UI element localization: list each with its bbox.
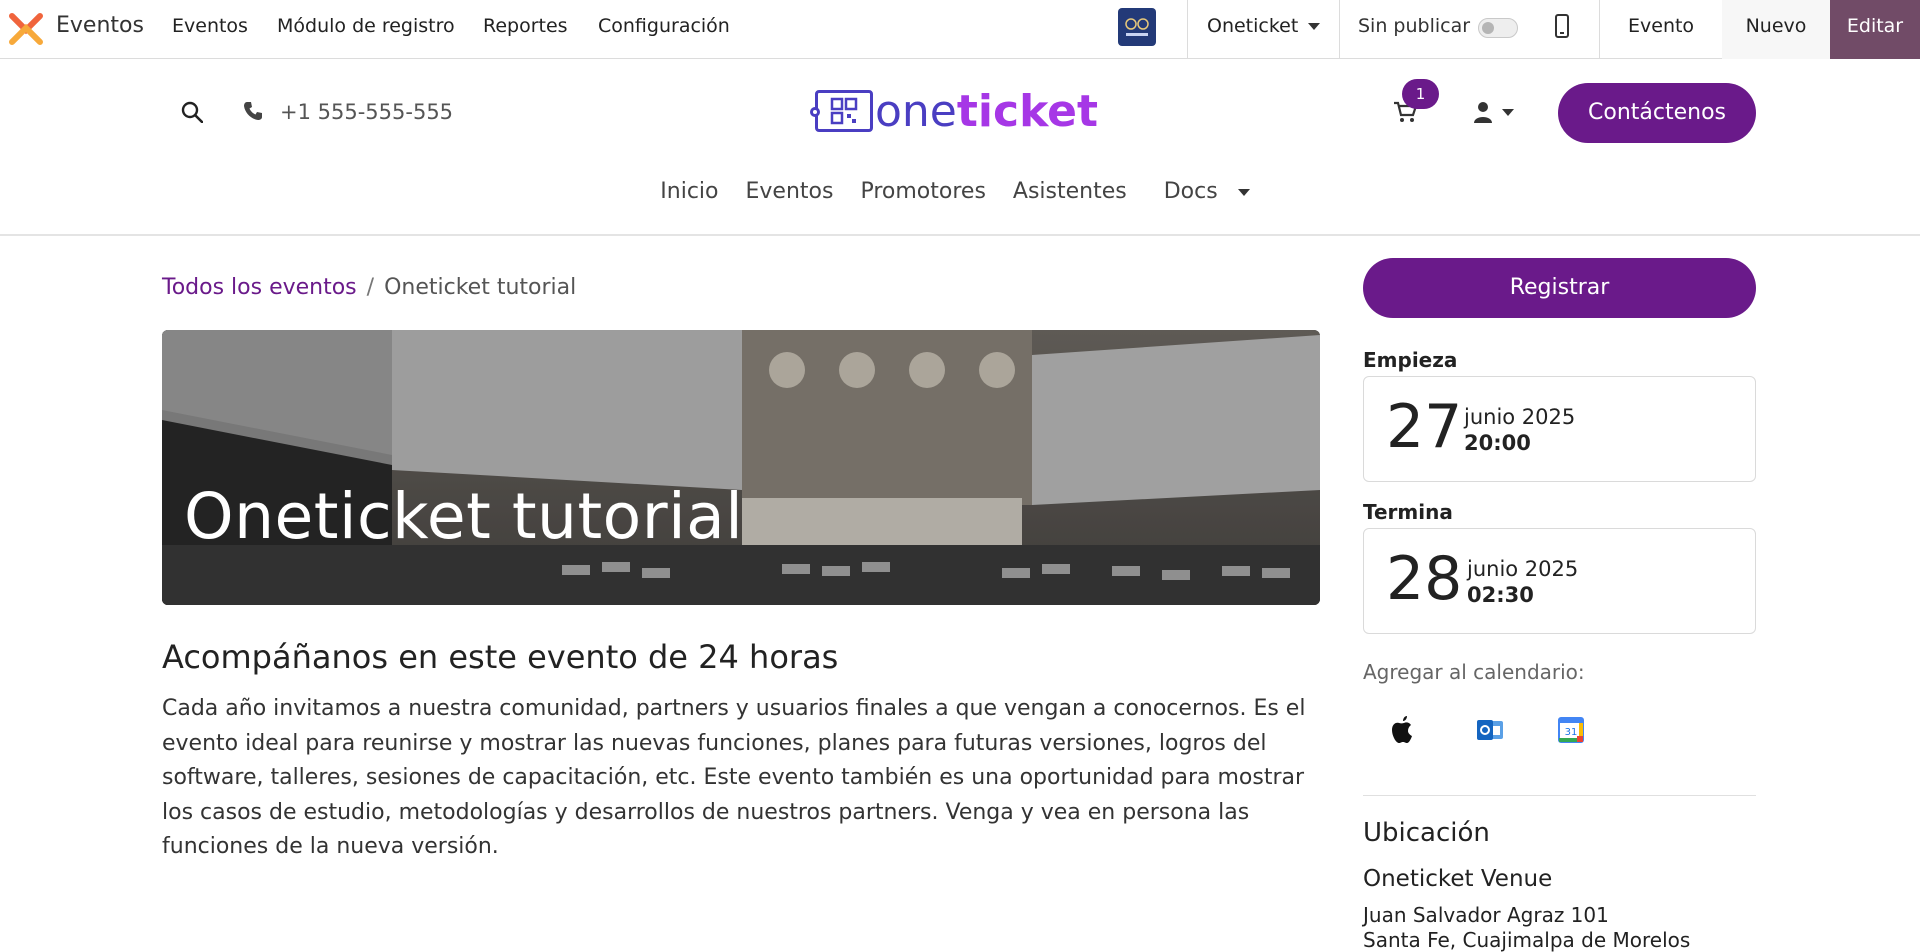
nav-eventos[interactable]: Eventos xyxy=(746,179,834,204)
event-title: Oneticket tutorial xyxy=(184,480,744,553)
end-label: Termina xyxy=(1363,500,1453,524)
chevron-down-icon xyxy=(1308,23,1321,30)
google-calendar-day: 31 xyxy=(1565,727,1578,738)
event-description: Cada año invitamos a nuestra comunidad, … xyxy=(162,696,1306,859)
location-title: Ubicación xyxy=(1363,818,1490,848)
nav-inicio[interactable]: Inicio xyxy=(660,179,718,204)
menu-reportes[interactable]: Reportes xyxy=(483,15,568,37)
chevron-down-icon xyxy=(1502,108,1514,116)
phone-icon xyxy=(244,102,262,120)
company-logo-icon xyxy=(1125,18,1149,36)
menu-eventos[interactable]: Eventos xyxy=(172,15,248,37)
nav-docs[interactable]: Docs xyxy=(1154,179,1260,204)
chevron-down-icon xyxy=(1237,188,1250,196)
website-name: Oneticket xyxy=(1207,15,1299,37)
ticket-logo-icon xyxy=(810,90,873,132)
cart-count-badge: 1 xyxy=(1402,79,1439,109)
divider xyxy=(1363,795,1756,796)
breadcrumb-separator: / xyxy=(366,275,375,300)
company-avatar[interactable] xyxy=(1118,8,1156,46)
odoo-app-logo-icon[interactable] xyxy=(6,12,46,46)
start-time: 20:00 xyxy=(1464,431,1531,455)
nuevo-button[interactable]: Nuevo xyxy=(1722,0,1830,59)
header-phone[interactable]: +1 555-555-555 xyxy=(280,100,453,124)
user-icon xyxy=(1474,102,1492,123)
nav-docs-label: Docs xyxy=(1163,179,1218,204)
search-icon[interactable] xyxy=(181,101,203,123)
menu-configuracion[interactable]: Configuración xyxy=(598,15,730,37)
venue-address-line2: Santa Fe, Cuajimalpa de Morelos xyxy=(1363,928,1691,952)
end-time: 02:30 xyxy=(1467,583,1534,607)
menu-modulo-registro[interactable]: Módulo de registro xyxy=(277,15,455,37)
start-month: junio 2025 xyxy=(1464,405,1576,429)
start-label: Empieza xyxy=(1363,348,1458,372)
conference-hall-image xyxy=(162,330,1320,605)
mobile-preview-icon[interactable] xyxy=(1555,14,1569,38)
site-header: +1 555-555-555 one ticket 1 Contáctenos I… xyxy=(0,59,1920,236)
outlook-calendar-icon[interactable] xyxy=(1472,712,1508,748)
publish-label: Sin publicar xyxy=(1358,15,1471,37)
separator xyxy=(1339,0,1340,59)
separator xyxy=(1187,0,1188,59)
user-menu[interactable] xyxy=(1474,99,1514,124)
end-day: 28 xyxy=(1386,544,1463,614)
app-name[interactable]: Eventos xyxy=(56,13,144,38)
apple-calendar-icon[interactable] xyxy=(1384,712,1420,748)
register-button[interactable]: Registrar xyxy=(1363,258,1756,318)
venue-name: Oneticket Venue xyxy=(1363,866,1553,892)
nav-promotores[interactable]: Promotores xyxy=(860,179,985,204)
evento-button[interactable]: Evento xyxy=(1628,15,1694,37)
start-date-box: 27 junio 2025 20:00 xyxy=(1363,376,1756,482)
breadcrumb-current: Oneticket tutorial xyxy=(384,275,577,300)
nav-asistentes[interactable]: Asistentes xyxy=(1013,179,1127,204)
admin-bar: Eventos Eventos Módulo de registro Repor… xyxy=(0,0,1920,59)
breadcrumb-all-events[interactable]: Todos los eventos xyxy=(162,275,357,300)
logo-text-one: one xyxy=(875,85,957,137)
contact-button[interactable]: Contáctenos xyxy=(1558,83,1756,143)
event-subtitle: Acompáñanos en este evento de 24 horas xyxy=(162,638,839,676)
end-month: junio 2025 xyxy=(1467,557,1579,581)
site-logo[interactable]: one ticket xyxy=(810,85,1099,137)
venue-address-line1: Juan Salvador Agraz 101 xyxy=(1363,903,1609,927)
logo-text-ticket: ticket xyxy=(956,85,1099,137)
separator xyxy=(1599,0,1600,59)
publish-toggle[interactable] xyxy=(1478,18,1518,38)
add-to-calendar-label: Agregar al calendario: xyxy=(1363,660,1585,684)
event-cover-image: Oneticket tutorial xyxy=(162,330,1320,605)
website-switcher[interactable]: Oneticket xyxy=(1207,15,1321,37)
main-nav: Inicio Eventos Promotores Asistentes Doc… xyxy=(0,179,1920,204)
end-date-box: 28 junio 2025 02:30 xyxy=(1363,528,1756,634)
start-day: 27 xyxy=(1386,392,1463,462)
editar-button[interactable]: Editar xyxy=(1830,0,1920,59)
breadcrumb: Todos los eventos / Oneticket tutorial xyxy=(162,275,576,300)
google-calendar-icon[interactable]: 31 xyxy=(1553,712,1589,748)
